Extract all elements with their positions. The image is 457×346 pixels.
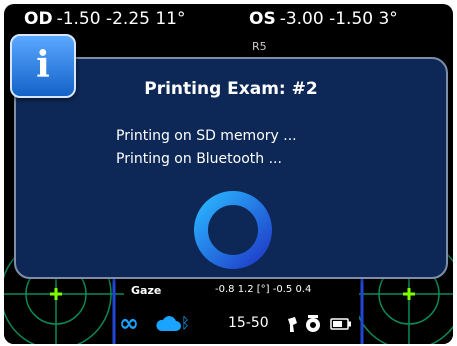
sub-label: R5 (252, 40, 267, 53)
od-readout: OD -1.50 -2.25 11° (24, 9, 186, 29)
clock-time: 15-50 (228, 315, 269, 331)
os-values: -3.00 -1.50 3° (279, 9, 398, 29)
printing-dialog: Printing Exam: #2 Printing on SD memory … (14, 57, 448, 279)
infinity-icon: ∞ (119, 309, 139, 337)
dialog-title: Printing Exam: #2 (144, 79, 318, 99)
device-screen: OD -1.50 -2.25 11° OS -3.00 -1.50 3° R5 Ga… (4, 4, 453, 344)
status-row: ∞ ᛒ 15-50 (119, 309, 357, 337)
loading-spinner-icon (194, 191, 272, 269)
info-icon: i (10, 34, 76, 98)
gaze-status-panel: Gaze -0.8 1.2 [°] -0.5 0.4 ∞ ᛒ 15-50 (119, 278, 357, 338)
tools-icon (288, 315, 320, 332)
bluetooth-icon: ᛒ (181, 314, 191, 332)
os-readout: OS -3.00 -1.50 3° (249, 9, 398, 29)
refraction-header: OD -1.50 -2.25 11° OS -3.00 -1.50 3° (4, 4, 453, 38)
od-label: OD (24, 9, 53, 29)
battery-icon (330, 318, 351, 330)
od-values: -1.50 -2.25 11° (56, 9, 186, 29)
message-sd-memory: Printing on SD memory ... (116, 128, 297, 144)
os-label: OS (249, 9, 276, 29)
message-bluetooth: Printing on Bluetooth ... (116, 151, 282, 167)
cloud-icon (156, 316, 181, 331)
gaze-values: -0.8 1.2 [°] -0.5 0.4 (215, 284, 312, 295)
gaze-label: Gaze (131, 284, 162, 297)
